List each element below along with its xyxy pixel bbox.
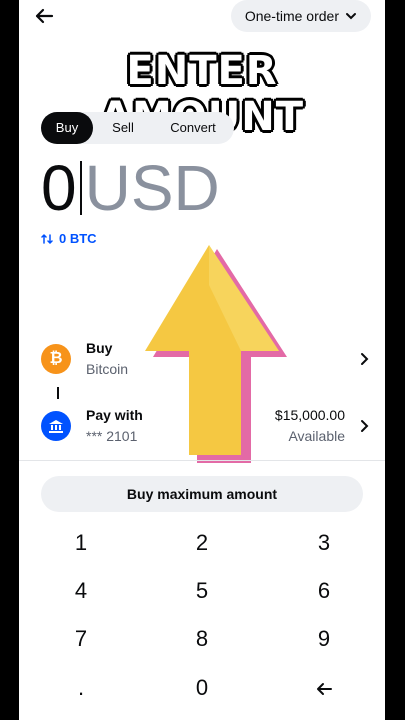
amount-currency: USD [84,152,220,224]
keypad-key-1[interactable]: 1 [41,525,121,561]
keypad-key-7[interactable]: 7 [41,621,121,657]
currency-switch[interactable]: 0 BTC [41,231,97,246]
text-cursor [79,161,82,215]
keypad-backspace[interactable] [284,670,364,706]
keypad-key-5[interactable]: 5 [162,573,242,609]
keypad-key-3[interactable]: 3 [284,525,364,561]
keypad-key-9[interactable]: 9 [284,621,364,657]
swap-arrows-icon [41,233,53,244]
tab-convert[interactable]: Convert [153,112,233,144]
trade-type-tabs: Buy Sell Convert [41,112,234,144]
bank-icon [41,411,71,441]
top-bar: One-time order [19,0,385,34]
row-connector [57,387,59,399]
buy-row-subtitle: Bitcoin [86,361,129,377]
keypad-key-6[interactable]: 6 [284,573,364,609]
keypad-key-0[interactable]: 0 [162,670,242,706]
app-screen: One-time order ENTER AMOUNT Buy Sell Con… [19,0,385,720]
chevron-right-icon [361,353,369,365]
keypad-key-decimal[interactable]: . [41,670,121,706]
tab-buy[interactable]: Buy [41,112,93,144]
tab-sell[interactable]: Sell [99,112,147,144]
chevron-right-icon [361,420,369,432]
amount-value: 0 [41,152,77,224]
bitcoin-icon: ₿ [41,344,71,374]
buy-row-title: Buy [86,340,113,356]
divider [19,460,385,461]
chevron-down-icon [346,13,356,20]
amount-display[interactable]: 0 USD [41,152,220,224]
up-arrow-overlay-icon [145,245,287,463]
order-type-dropdown[interactable]: One-time order [230,0,371,32]
backspace-arrow-icon [317,683,332,696]
keypad-key-8[interactable]: 8 [162,621,242,657]
order-type-label: One-time order [244,8,339,24]
buy-maximum-button[interactable]: Buy maximum amount [41,476,363,512]
keypad-key-4[interactable]: 4 [41,573,121,609]
available-label: Available [288,428,345,444]
back-arrow-icon[interactable] [33,5,55,27]
keypad-key-2[interactable]: 2 [162,525,242,561]
conversion-value: 0 BTC [59,231,97,246]
